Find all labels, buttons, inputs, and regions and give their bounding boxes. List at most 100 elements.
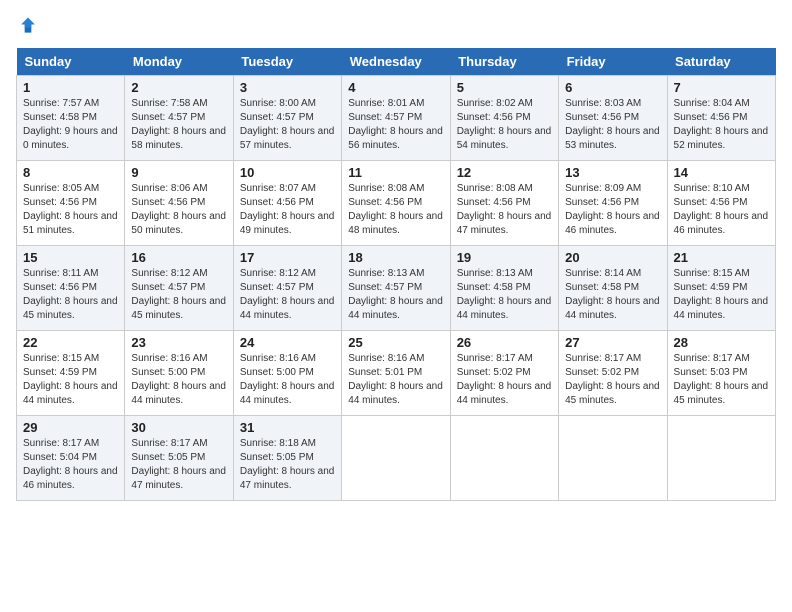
sunset-label: Sunset: 5:04 PM — [23, 452, 97, 463]
day-info: Sunrise: 8:16 AM Sunset: 5:01 PM Dayligh… — [348, 352, 443, 408]
sunrise-label: Sunrise: 8:11 AM — [23, 268, 98, 279]
daylight-label: Daylight: 8 hours and 44 minutes. — [240, 381, 335, 406]
day-cell: 7 Sunrise: 8:04 AM Sunset: 4:56 PM Dayli… — [667, 76, 775, 161]
day-cell: 30 Sunrise: 8:17 AM Sunset: 5:05 PM Dayl… — [125, 416, 233, 501]
day-number: 11 — [348, 165, 443, 180]
day-info: Sunrise: 8:16 AM Sunset: 5:00 PM Dayligh… — [131, 352, 226, 408]
day-info: Sunrise: 8:08 AM Sunset: 4:56 PM Dayligh… — [457, 182, 552, 238]
day-cell: 12 Sunrise: 8:08 AM Sunset: 4:56 PM Dayl… — [450, 161, 558, 246]
day-number: 2 — [131, 80, 226, 95]
day-number: 15 — [23, 250, 118, 265]
day-cell: 27 Sunrise: 8:17 AM Sunset: 5:02 PM Dayl… — [559, 331, 667, 416]
daylight-label: Daylight: 8 hours and 58 minutes. — [131, 126, 226, 151]
sunset-label: Sunset: 5:03 PM — [674, 367, 748, 378]
day-cell: 3 Sunrise: 8:00 AM Sunset: 4:57 PM Dayli… — [233, 76, 341, 161]
day-info: Sunrise: 7:57 AM Sunset: 4:58 PM Dayligh… — [23, 97, 118, 153]
sunrise-label: Sunrise: 8:03 AM — [565, 98, 641, 109]
daylight-label: Daylight: 8 hours and 45 minutes. — [565, 381, 660, 406]
sunrise-label: Sunrise: 8:17 AM — [131, 438, 207, 449]
day-number: 26 — [457, 335, 552, 350]
day-info: Sunrise: 8:14 AM Sunset: 4:58 PM Dayligh… — [565, 267, 660, 323]
day-cell: 28 Sunrise: 8:17 AM Sunset: 5:03 PM Dayl… — [667, 331, 775, 416]
day-info: Sunrise: 8:03 AM Sunset: 4:56 PM Dayligh… — [565, 97, 660, 153]
daylight-label: Daylight: 8 hours and 53 minutes. — [565, 126, 660, 151]
day-cell: 6 Sunrise: 8:03 AM Sunset: 4:56 PM Dayli… — [559, 76, 667, 161]
day-info: Sunrise: 7:58 AM Sunset: 4:57 PM Dayligh… — [131, 97, 226, 153]
weekday-header-monday: Monday — [125, 48, 233, 76]
day-cell — [559, 416, 667, 501]
day-info: Sunrise: 8:13 AM Sunset: 4:58 PM Dayligh… — [457, 267, 552, 323]
day-number: 3 — [240, 80, 335, 95]
day-cell: 29 Sunrise: 8:17 AM Sunset: 5:04 PM Dayl… — [17, 416, 125, 501]
daylight-label: Daylight: 8 hours and 45 minutes. — [23, 296, 118, 321]
sunset-label: Sunset: 4:58 PM — [23, 112, 97, 123]
sunrise-label: Sunrise: 8:01 AM — [348, 98, 424, 109]
day-info: Sunrise: 8:15 AM Sunset: 4:59 PM Dayligh… — [674, 267, 769, 323]
day-cell: 1 Sunrise: 7:57 AM Sunset: 4:58 PM Dayli… — [17, 76, 125, 161]
day-number: 16 — [131, 250, 226, 265]
sunset-label: Sunset: 4:56 PM — [457, 112, 531, 123]
day-number: 7 — [674, 80, 769, 95]
daylight-label: Daylight: 8 hours and 54 minutes. — [457, 126, 552, 151]
day-number: 31 — [240, 420, 335, 435]
day-cell: 25 Sunrise: 8:16 AM Sunset: 5:01 PM Dayl… — [342, 331, 450, 416]
sunrise-label: Sunrise: 8:08 AM — [348, 183, 424, 194]
day-number: 17 — [240, 250, 335, 265]
sunset-label: Sunset: 4:56 PM — [23, 197, 97, 208]
sunset-label: Sunset: 4:59 PM — [23, 367, 97, 378]
day-cell — [450, 416, 558, 501]
day-cell: 4 Sunrise: 8:01 AM Sunset: 4:57 PM Dayli… — [342, 76, 450, 161]
weekday-header-row: SundayMondayTuesdayWednesdayThursdayFrid… — [17, 48, 776, 76]
day-info: Sunrise: 8:12 AM Sunset: 4:57 PM Dayligh… — [240, 267, 335, 323]
sunrise-label: Sunrise: 8:02 AM — [457, 98, 533, 109]
sunrise-label: Sunrise: 8:13 AM — [457, 268, 533, 279]
sunset-label: Sunset: 4:57 PM — [240, 282, 314, 293]
day-info: Sunrise: 8:17 AM Sunset: 5:02 PM Dayligh… — [457, 352, 552, 408]
daylight-label: Daylight: 8 hours and 45 minutes. — [674, 381, 769, 406]
day-number: 20 — [565, 250, 660, 265]
day-number: 30 — [131, 420, 226, 435]
header — [16, 16, 776, 36]
sunrise-label: Sunrise: 8:16 AM — [348, 353, 424, 364]
daylight-label: Daylight: 8 hours and 52 minutes. — [674, 126, 769, 151]
daylight-label: Daylight: 8 hours and 45 minutes. — [131, 296, 226, 321]
sunrise-label: Sunrise: 8:17 AM — [23, 438, 99, 449]
sunrise-label: Sunrise: 8:15 AM — [674, 268, 750, 279]
week-row-4: 22 Sunrise: 8:15 AM Sunset: 4:59 PM Dayl… — [17, 331, 776, 416]
day-cell: 18 Sunrise: 8:13 AM Sunset: 4:57 PM Dayl… — [342, 246, 450, 331]
day-number: 27 — [565, 335, 660, 350]
weekday-header-friday: Friday — [559, 48, 667, 76]
day-number: 18 — [348, 250, 443, 265]
sunrise-label: Sunrise: 8:15 AM — [23, 353, 99, 364]
sunrise-label: Sunrise: 8:17 AM — [674, 353, 750, 364]
day-cell — [667, 416, 775, 501]
sunset-label: Sunset: 4:56 PM — [565, 197, 639, 208]
sunrise-label: Sunrise: 8:07 AM — [240, 183, 316, 194]
sunset-label: Sunset: 4:57 PM — [131, 112, 205, 123]
day-info: Sunrise: 8:15 AM Sunset: 4:59 PM Dayligh… — [23, 352, 118, 408]
sunset-label: Sunset: 5:00 PM — [131, 367, 205, 378]
day-cell: 17 Sunrise: 8:12 AM Sunset: 4:57 PM Dayl… — [233, 246, 341, 331]
sunrise-label: Sunrise: 8:17 AM — [457, 353, 533, 364]
daylight-label: Daylight: 8 hours and 44 minutes. — [565, 296, 660, 321]
day-info: Sunrise: 8:00 AM Sunset: 4:57 PM Dayligh… — [240, 97, 335, 153]
day-info: Sunrise: 8:17 AM Sunset: 5:03 PM Dayligh… — [674, 352, 769, 408]
day-number: 28 — [674, 335, 769, 350]
daylight-label: Daylight: 8 hours and 44 minutes. — [457, 296, 552, 321]
weekday-header-thursday: Thursday — [450, 48, 558, 76]
day-cell: 22 Sunrise: 8:15 AM Sunset: 4:59 PM Dayl… — [17, 331, 125, 416]
sunset-label: Sunset: 4:58 PM — [457, 282, 531, 293]
sunset-label: Sunset: 4:56 PM — [131, 197, 205, 208]
weekday-header-saturday: Saturday — [667, 48, 775, 76]
sunset-label: Sunset: 5:01 PM — [348, 367, 422, 378]
day-info: Sunrise: 8:01 AM Sunset: 4:57 PM Dayligh… — [348, 97, 443, 153]
day-info: Sunrise: 8:16 AM Sunset: 5:00 PM Dayligh… — [240, 352, 335, 408]
day-cell: 11 Sunrise: 8:08 AM Sunset: 4:56 PM Dayl… — [342, 161, 450, 246]
sunrise-label: Sunrise: 8:18 AM — [240, 438, 316, 449]
day-cell: 31 Sunrise: 8:18 AM Sunset: 5:05 PM Dayl… — [233, 416, 341, 501]
day-number: 1 — [23, 80, 118, 95]
sunset-label: Sunset: 5:05 PM — [240, 452, 314, 463]
day-info: Sunrise: 8:07 AM Sunset: 4:56 PM Dayligh… — [240, 182, 335, 238]
day-number: 10 — [240, 165, 335, 180]
day-cell: 23 Sunrise: 8:16 AM Sunset: 5:00 PM Dayl… — [125, 331, 233, 416]
